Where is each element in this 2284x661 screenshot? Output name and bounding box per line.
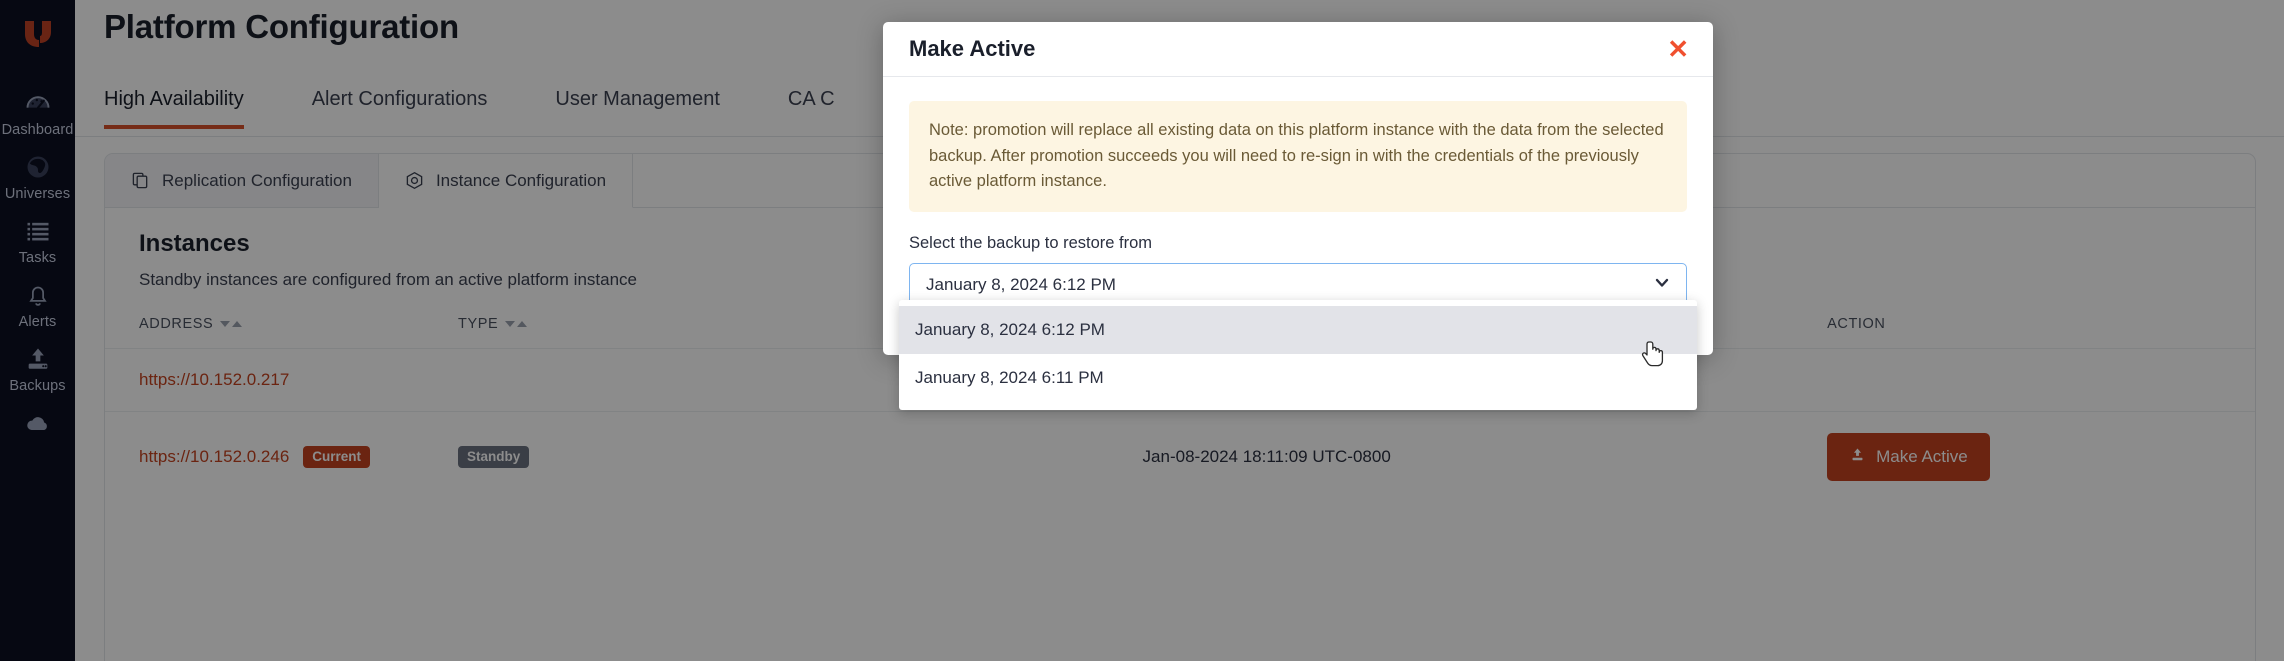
make-active-modal: Make Active ✕ Note: promotion will repla… [883,22,1713,410]
dropdown-option[interactable]: January 8, 2024 6:11 PM [899,354,1697,402]
dropdown-option-label: January 8, 2024 6:11 PM [915,368,1104,387]
backup-select-value: January 8, 2024 6:12 PM [926,274,1116,294]
chevron-down-icon[interactable] [1652,272,1672,297]
backup-select-dropdown[interactable]: January 8, 2024 6:12 PM January 8, 2024 … [899,300,1697,410]
backup-select-label: Select the backup to restore from [909,233,1153,252]
modal-body: Note: promotion will replace all existin… [883,77,1713,307]
modal-header: Make Active ✕ [883,22,1713,77]
app-root: Dashboard Universes Tasks Alerts Backups… [0,0,2284,661]
close-icon[interactable]: ✕ [1667,36,1689,62]
promotion-note: Note: promotion will replace all existin… [909,101,1687,212]
modal-title: Make Active [909,36,1036,61]
dropdown-option[interactable]: January 8, 2024 6:12 PM [899,306,1697,354]
dropdown-option-label: January 8, 2024 6:12 PM [915,320,1105,339]
